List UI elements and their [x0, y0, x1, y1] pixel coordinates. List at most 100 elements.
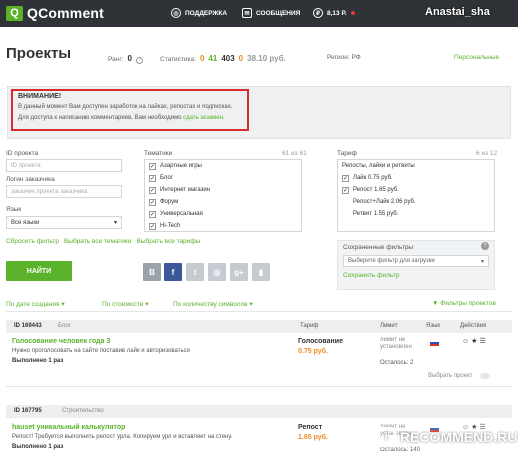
twitter-icon[interactable]: t	[186, 263, 204, 281]
info-icon: ?	[135, 56, 143, 64]
project-filters-link[interactable]: ▼ Фильтры проектов	[432, 300, 496, 307]
alert-line-2: Для доступа к написанию комментариев, Ва…	[18, 115, 225, 121]
messages-icon: ✉	[242, 8, 252, 18]
nav-balance[interactable]: ₽8,13 Р.	[313, 8, 355, 18]
project-tariff: Репост	[298, 424, 323, 431]
project-tariff: Голосование	[298, 338, 343, 345]
tariff-group[interactable]: Репосты, лайки и ретвиты	[338, 160, 494, 172]
watermark-logo-icon: i	[376, 427, 396, 447]
lang-select[interactable]: Все языки ▾	[6, 216, 122, 229]
tariffs-label: Тариф	[337, 150, 357, 157]
rank: Ранг: 0?	[108, 54, 143, 64]
topic-item[interactable]: ✓ Блог	[145, 172, 301, 184]
reset-filter-link[interactable]: Сбросить фильтр	[6, 238, 59, 245]
chevron-down-icon: ▾	[145, 301, 149, 308]
project-actions[interactable]: ☺★☰	[462, 337, 488, 345]
select-topics-link[interactable]: Выбрать все тематики	[64, 238, 132, 245]
chevron-down-icon: ▾	[61, 301, 65, 308]
checkbox-icon: ✓	[149, 210, 156, 218]
personal-link[interactable]: Персональные	[454, 54, 499, 61]
nav-messages[interactable]: ✉ СООБЩЕНИЯ	[242, 8, 300, 18]
logo-text: QComment	[27, 5, 105, 21]
wallet-icon: ₽	[313, 8, 323, 18]
filter-icon: ▼	[432, 300, 439, 307]
smile-icon: ☺	[462, 338, 472, 345]
find-button[interactable]: НАЙТИ	[6, 261, 72, 281]
odnoklassniki-icon[interactable]: ▮	[252, 263, 270, 281]
project-limit: лимит не	[380, 337, 406, 343]
google-plus-icon[interactable]: g+	[230, 263, 248, 281]
list-icon: ☰	[479, 338, 488, 345]
checkbox-icon: ✓	[149, 222, 156, 230]
topic-item[interactable]: ✓ Универсальная	[145, 208, 301, 220]
topics-count: 61 из 61	[282, 150, 307, 157]
chevron-down-icon: ▾	[480, 258, 484, 265]
sort-by-chars[interactable]: По количеству символов ▾	[173, 300, 253, 308]
project-desc: Нужно проголосовать на сайте поставив ла…	[12, 348, 190, 354]
project-header: ID 167795 Строительство	[6, 405, 512, 418]
topic-item[interactable]: ✓ Азартные игры	[145, 160, 301, 172]
facebook-icon[interactable]: f	[164, 263, 182, 281]
save-filter-link[interactable]: Сохранить фильтр	[343, 272, 399, 279]
project-title[interactable]: hauset уникальный калькулятор	[12, 424, 125, 431]
chevron-down-icon: ▾	[249, 301, 253, 308]
user-watermark: Anastai_sha	[425, 6, 490, 18]
project-title[interactable]: Голосование человек года 3	[12, 338, 110, 345]
balance: 38.10 руб.	[247, 54, 286, 63]
sort-by-date[interactable]: По дате создания ▾	[6, 300, 65, 308]
lang-label: Язык	[6, 206, 22, 213]
tariff-item[interactable]: ✓ Лайк 0.75 руб.	[338, 172, 494, 184]
project-done: Выполнено 1 раз	[12, 358, 64, 364]
tariff-item[interactable]: Репост+Лайк 2.06 руб.	[338, 196, 494, 208]
notification-dot	[350, 11, 355, 15]
topics-label: Тематики	[144, 150, 173, 157]
page-title: Проекты	[6, 45, 72, 62]
help-icon[interactable]: ?	[481, 242, 489, 250]
topic-item[interactable]: ✓ Интернет магазин	[145, 184, 301, 196]
divider	[6, 311, 512, 312]
id-input[interactable]: ID проекта	[6, 159, 122, 172]
select-tariffs-link[interactable]: Выбрать все тарифы	[137, 238, 201, 245]
watermark: i RECOMMEND.RU	[370, 424, 518, 450]
checkbox-icon: ✓	[342, 186, 349, 194]
project-price: 1.65 руб.	[298, 434, 328, 441]
saved-filter-select[interactable]: Выберите фильтр для загрузки ▾	[343, 255, 489, 267]
choose-project-label: Выбрать проект	[428, 373, 473, 379]
chevron-down-icon: ▾	[113, 220, 117, 226]
tariff-item[interactable]: ✓ Репост 1.65 руб.	[338, 184, 494, 196]
id-label: ID проекта	[6, 150, 39, 157]
project-header: ID 169443 Блог Тариф Лимит Язык Действия	[6, 320, 512, 333]
login-input[interactable]: заказчик проекта заказчика	[6, 185, 122, 198]
tariffs-list[interactable]: Репосты, лайки и ретвиты ✓ Лайк 0.75 руб.…	[337, 159, 495, 232]
topic-item[interactable]: ✓ Hi-Tech	[145, 220, 301, 231]
project-desc: Репост! Требуется выполнить репост урла.…	[12, 434, 233, 440]
checkbox-icon: ✓	[342, 174, 349, 182]
nav-support[interactable]: ◎ ПОДДЕРЖКА	[171, 8, 227, 18]
filter-links: Сбросить фильтр Выбрать все тематики Выб…	[6, 238, 200, 245]
divider	[6, 386, 512, 387]
region: Регион: РФ	[327, 54, 361, 61]
sort-by-cost[interactable]: По стоимости ▾	[102, 300, 149, 308]
checkbox-icon: ✓	[149, 186, 156, 194]
checkbox-icon: ✓	[149, 174, 156, 182]
tariffs-count: 6 из 12	[476, 150, 498, 157]
statistics: Статистика: 0 41 403 0 38.10 руб.	[160, 54, 286, 63]
choose-project-toggle[interactable]	[480, 373, 490, 379]
project-left: Осталось: 2	[380, 360, 414, 366]
flag-ru-icon	[430, 340, 439, 346]
logo-icon: Q	[6, 5, 23, 21]
tariff-item[interactable]: Ретвит 1.55 руб.	[338, 208, 494, 220]
alert-line-1: В данный момент Вам доступен заработок н…	[18, 104, 233, 110]
logo[interactable]: Q QComment	[6, 5, 104, 21]
vk-icon[interactable]: В	[143, 263, 161, 281]
topic-item[interactable]: ✓ Форум	[145, 196, 301, 208]
support-icon: ◎	[171, 8, 181, 18]
saved-filters-label: Сохраненные фильтры	[343, 244, 414, 251]
project-done: Выполнено 1 раз	[12, 444, 64, 450]
checkbox-icon: ✓	[149, 198, 156, 206]
alert-title: ВНИМАНИЕ!	[18, 93, 62, 100]
instagram-icon[interactable]: ◎	[208, 263, 226, 281]
login-label: Логин заказчика	[6, 176, 55, 183]
topics-list[interactable]: ✓ Азартные игры ✓ Блог ✓ Интернет магазин ✓…	[144, 159, 302, 232]
exam-link[interactable]: сдать экзамен.	[183, 115, 225, 121]
